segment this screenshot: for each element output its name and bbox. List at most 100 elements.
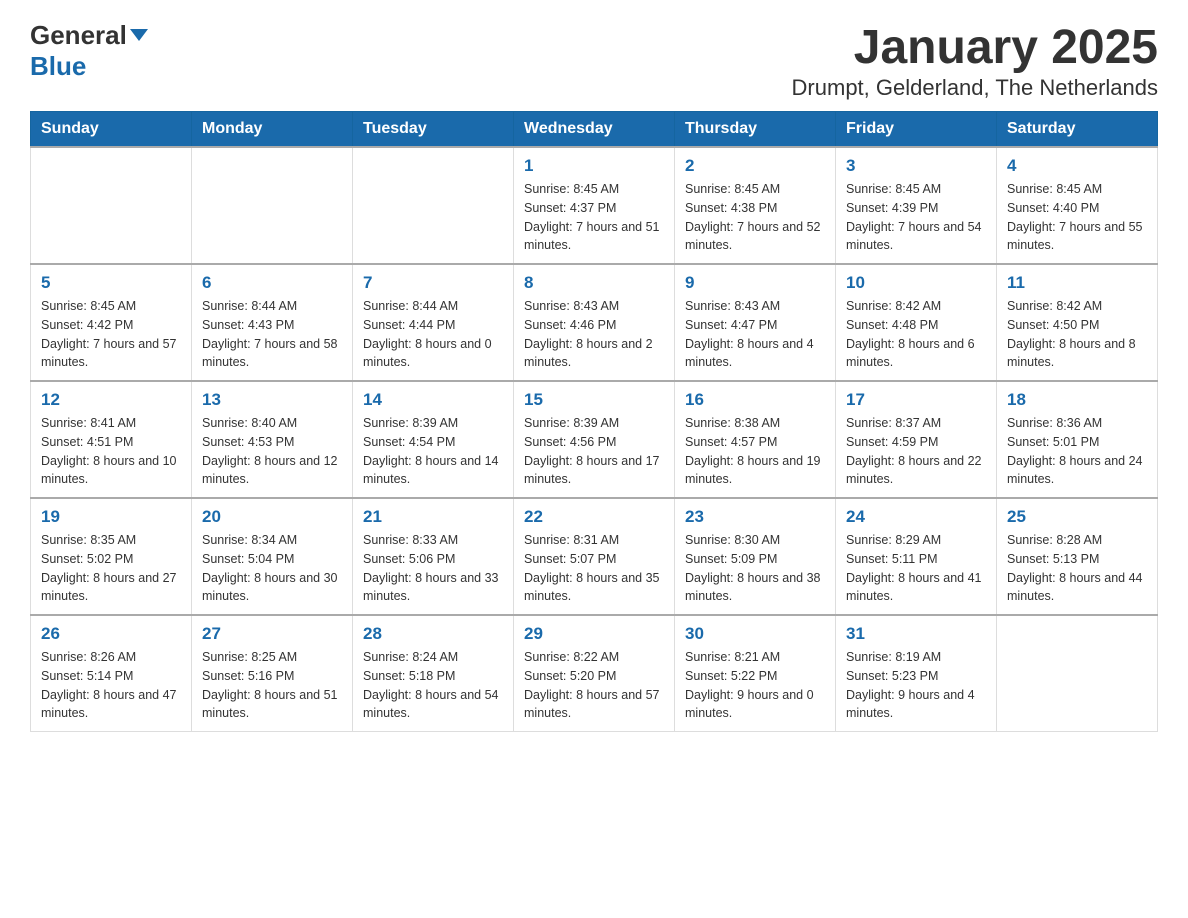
day-number: 23 [685, 507, 825, 527]
calendar-week-5: 26Sunrise: 8:26 AM Sunset: 5:14 PM Dayli… [31, 615, 1158, 732]
day-info: Sunrise: 8:37 AM Sunset: 4:59 PM Dayligh… [846, 414, 986, 489]
calendar-header-row: SundayMondayTuesdayWednesdayThursdayFrid… [31, 112, 1158, 148]
day-number: 3 [846, 156, 986, 176]
day-number: 7 [363, 273, 503, 293]
calendar-cell: 10 Sunrise: 8:42 AM Sunset: 4:48 PM Dayli… [836, 264, 997, 381]
calendar-cell: 7 Sunrise: 8:44 AM Sunset: 4:44 PM Daylig… [353, 264, 514, 381]
calendar-cell [997, 615, 1158, 732]
day-number: 11 [1007, 273, 1147, 293]
day-number: 15 [524, 390, 664, 410]
day-info: Sunrise: 8:36 AM Sunset: 5:01 PM Dayligh… [1007, 414, 1147, 489]
day-info: Sunrise: 8:19 AM Sunset: 5:23 PM Dayligh… [846, 648, 986, 723]
calendar-cell: 15 Sunrise: 8:39 AM Sunset: 4:56 PM Dayli… [514, 381, 675, 498]
logo: General Blue [30, 20, 148, 82]
logo-text: General Blue [30, 20, 148, 82]
day-number: 13 [202, 390, 342, 410]
calendar-cell: 21 Sunrise: 8:33 AM Sunset: 5:06 PM Dayli… [353, 498, 514, 615]
day-info: Sunrise: 8:40 AM Sunset: 4:53 PM Dayligh… [202, 414, 342, 489]
day-info: Sunrise: 8:39 AM Sunset: 4:56 PM Dayligh… [524, 414, 664, 489]
day-number: 29 [524, 624, 664, 644]
calendar-cell: 20 Sunrise: 8:34 AM Sunset: 5:04 PM Dayli… [192, 498, 353, 615]
calendar-cell: 4Sunrise: 8:45 AM Sunset: 4:40 PM Daylig… [997, 147, 1158, 264]
calendar-cell: 8 Sunrise: 8:43 AM Sunset: 4:46 PM Daylig… [514, 264, 675, 381]
calendar-cell [31, 147, 192, 264]
day-info: Sunrise: 8:45 AM Sunset: 4:40 PM Dayligh… [1007, 180, 1147, 255]
calendar-cell: 2 Sunrise: 8:45 AM Sunset: 4:38 PM Daylig… [675, 147, 836, 264]
day-info: Sunrise: 8:24 AM Sunset: 5:18 PM Dayligh… [363, 648, 503, 723]
calendar-cell: 14 Sunrise: 8:39 AM Sunset: 4:54 PM Dayli… [353, 381, 514, 498]
calendar-cell: 27 Sunrise: 8:25 AM Sunset: 5:16 PM Dayli… [192, 615, 353, 732]
day-number: 9 [685, 273, 825, 293]
calendar-cell: 17Sunrise: 8:37 AM Sunset: 4:59 PM Dayli… [836, 381, 997, 498]
page-header: General Blue January 2025 Drumpt, Gelder… [30, 20, 1158, 101]
calendar-week-4: 19Sunrise: 8:35 AM Sunset: 5:02 PM Dayli… [31, 498, 1158, 615]
calendar-cell: 1 Sunrise: 8:45 AM Sunset: 4:37 PM Daylig… [514, 147, 675, 264]
calendar-cell: 23 Sunrise: 8:30 AM Sunset: 5:09 PM Dayli… [675, 498, 836, 615]
day-info: Sunrise: 8:44 AM Sunset: 4:43 PM Dayligh… [202, 297, 342, 372]
day-info: Sunrise: 8:45 AM Sunset: 4:37 PM Dayligh… [524, 180, 664, 255]
calendar-cell: 26Sunrise: 8:26 AM Sunset: 5:14 PM Dayli… [31, 615, 192, 732]
day-number: 31 [846, 624, 986, 644]
calendar-cell: 16 Sunrise: 8:38 AM Sunset: 4:57 PM Dayli… [675, 381, 836, 498]
calendar-subtitle: Drumpt, Gelderland, The Netherlands [792, 75, 1158, 101]
day-info: Sunrise: 8:42 AM Sunset: 4:48 PM Dayligh… [846, 297, 986, 372]
day-info: Sunrise: 8:42 AM Sunset: 4:50 PM Dayligh… [1007, 297, 1147, 372]
day-number: 27 [202, 624, 342, 644]
day-number: 25 [1007, 507, 1147, 527]
day-info: Sunrise: 8:38 AM Sunset: 4:57 PM Dayligh… [685, 414, 825, 489]
day-info: Sunrise: 8:26 AM Sunset: 5:14 PM Dayligh… [41, 648, 181, 723]
day-number: 30 [685, 624, 825, 644]
day-number: 2 [685, 156, 825, 176]
calendar-cell: 24Sunrise: 8:29 AM Sunset: 5:11 PM Dayli… [836, 498, 997, 615]
calendar-title: January 2025 [792, 20, 1158, 75]
day-info: Sunrise: 8:30 AM Sunset: 5:09 PM Dayligh… [685, 531, 825, 606]
weekday-header-wednesday: Wednesday [514, 112, 675, 148]
day-info: Sunrise: 8:39 AM Sunset: 4:54 PM Dayligh… [363, 414, 503, 489]
day-number: 20 [202, 507, 342, 527]
weekday-header-friday: Friday [836, 112, 997, 148]
weekday-header-saturday: Saturday [997, 112, 1158, 148]
calendar-cell: 25 Sunrise: 8:28 AM Sunset: 5:13 PM Dayli… [997, 498, 1158, 615]
calendar-cell: 6 Sunrise: 8:44 AM Sunset: 4:43 PM Daylig… [192, 264, 353, 381]
day-number: 19 [41, 507, 181, 527]
day-number: 21 [363, 507, 503, 527]
day-info: Sunrise: 8:45 AM Sunset: 4:42 PM Dayligh… [41, 297, 181, 372]
day-number: 14 [363, 390, 503, 410]
weekday-header-tuesday: Tuesday [353, 112, 514, 148]
calendar-cell [192, 147, 353, 264]
calendar-cell: 19Sunrise: 8:35 AM Sunset: 5:02 PM Dayli… [31, 498, 192, 615]
day-info: Sunrise: 8:28 AM Sunset: 5:13 PM Dayligh… [1007, 531, 1147, 606]
day-info: Sunrise: 8:34 AM Sunset: 5:04 PM Dayligh… [202, 531, 342, 606]
day-info: Sunrise: 8:44 AM Sunset: 4:44 PM Dayligh… [363, 297, 503, 372]
calendar-cell: 28Sunrise: 8:24 AM Sunset: 5:18 PM Dayli… [353, 615, 514, 732]
calendar-cell: 13 Sunrise: 8:40 AM Sunset: 4:53 PM Dayli… [192, 381, 353, 498]
weekday-header-sunday: Sunday [31, 112, 192, 148]
day-info: Sunrise: 8:25 AM Sunset: 5:16 PM Dayligh… [202, 648, 342, 723]
calendar-cell: 5 Sunrise: 8:45 AM Sunset: 4:42 PM Daylig… [31, 264, 192, 381]
calendar-table: SundayMondayTuesdayWednesdayThursdayFrid… [30, 111, 1158, 732]
weekday-header-monday: Monday [192, 112, 353, 148]
day-info: Sunrise: 8:43 AM Sunset: 4:46 PM Dayligh… [524, 297, 664, 372]
day-number: 16 [685, 390, 825, 410]
title-section: January 2025 Drumpt, Gelderland, The Net… [792, 20, 1158, 101]
day-info: Sunrise: 8:21 AM Sunset: 5:22 PM Dayligh… [685, 648, 825, 723]
day-number: 1 [524, 156, 664, 176]
day-info: Sunrise: 8:43 AM Sunset: 4:47 PM Dayligh… [685, 297, 825, 372]
day-number: 5 [41, 273, 181, 293]
day-number: 10 [846, 273, 986, 293]
calendar-week-1: 1 Sunrise: 8:45 AM Sunset: 4:37 PM Daylig… [31, 147, 1158, 264]
calendar-cell: 29 Sunrise: 8:22 AM Sunset: 5:20 PM Dayli… [514, 615, 675, 732]
day-info: Sunrise: 8:41 AM Sunset: 4:51 PM Dayligh… [41, 414, 181, 489]
calendar-cell: 30 Sunrise: 8:21 AM Sunset: 5:22 PM Dayli… [675, 615, 836, 732]
day-info: Sunrise: 8:45 AM Sunset: 4:39 PM Dayligh… [846, 180, 986, 255]
day-number: 24 [846, 507, 986, 527]
day-number: 6 [202, 273, 342, 293]
calendar-cell: 3 Sunrise: 8:45 AM Sunset: 4:39 PM Daylig… [836, 147, 997, 264]
day-number: 8 [524, 273, 664, 293]
day-info: Sunrise: 8:33 AM Sunset: 5:06 PM Dayligh… [363, 531, 503, 606]
calendar-week-3: 12Sunrise: 8:41 AM Sunset: 4:51 PM Dayli… [31, 381, 1158, 498]
calendar-cell: 9 Sunrise: 8:43 AM Sunset: 4:47 PM Daylig… [675, 264, 836, 381]
day-info: Sunrise: 8:22 AM Sunset: 5:20 PM Dayligh… [524, 648, 664, 723]
day-info: Sunrise: 8:31 AM Sunset: 5:07 PM Dayligh… [524, 531, 664, 606]
day-info: Sunrise: 8:45 AM Sunset: 4:38 PM Dayligh… [685, 180, 825, 255]
